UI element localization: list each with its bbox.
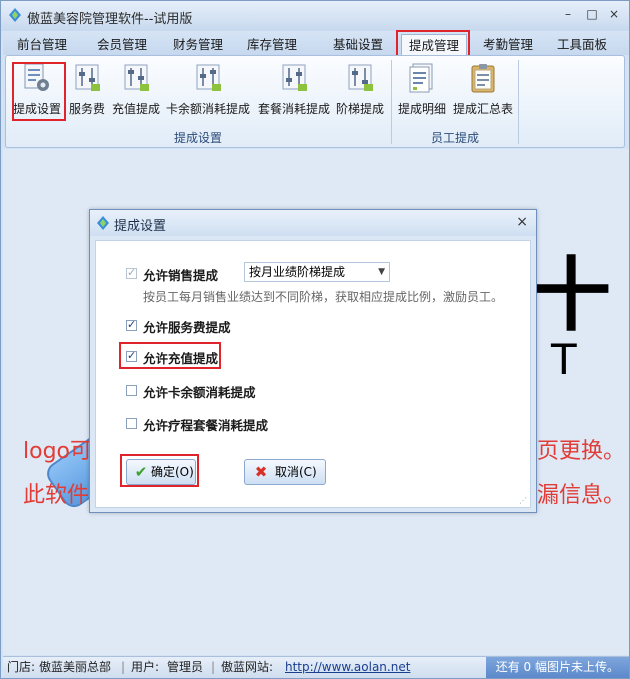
tab-bar: 前台管理 会员管理 财务管理 库存管理 基础设置 提成管理 考勤管理 工具面板 <box>3 31 629 55</box>
cancel-button[interactable]: ✖ 取消(C) <box>244 459 326 485</box>
ribbon-label-package-commission: 套餐消耗提成 <box>257 102 330 116</box>
allow-package-commission-checkbox[interactable] <box>126 418 137 429</box>
status-user-label: 用户: <box>131 660 160 674</box>
status-divider: | <box>121 660 126 674</box>
ribbon: 提成设置 服务费 充值提成 卡余额消耗提成 套餐消耗提成 阶梯提成 提成设置 提… <box>5 55 625 148</box>
ribbon-group-label-staff-commission: 员工提成 <box>430 131 479 145</box>
status-bar: 门店: 傲蓝美丽总部 | 用户: 管理员 | 傲蓝网站: http://www.… <box>3 656 629 678</box>
app-window: 傲蓝美容院管理软件--试用版 – □ × 前台管理 会员管理 财务管理 库存管理… <box>0 0 630 679</box>
background-glyph: T <box>551 335 577 384</box>
status-store-value: 傲蓝美丽总部 <box>39 660 112 674</box>
resize-grip-icon[interactable]: ⋰ <box>519 496 527 505</box>
sliders-icon <box>124 64 149 91</box>
ribbon-group-label-commission-settings: 提成设置 <box>173 131 222 145</box>
tab-attendance[interactable]: 考勤管理 <box>477 34 539 55</box>
title-bar: 傲蓝美容院管理软件--试用版 – □ × <box>1 1 629 31</box>
status-divider: | <box>211 660 216 674</box>
ribbon-group-separator <box>518 60 519 144</box>
dialog-close-icon[interactable]: × <box>516 214 528 230</box>
tab-highlight-box <box>396 30 470 58</box>
sliders-icon <box>196 64 221 91</box>
clipboard-icon <box>471 64 495 93</box>
sliders-icon <box>282 64 307 91</box>
maximize-button[interactable]: □ <box>583 6 601 22</box>
ribbon-card-balance-commission-button[interactable]: 卡余额消耗提成 <box>164 58 252 124</box>
sliders-icon <box>75 64 100 91</box>
tab-front-desk[interactable]: 前台管理 <box>11 34 73 55</box>
tab-finance[interactable]: 财务管理 <box>167 34 229 55</box>
x-icon: ✖ <box>254 463 268 481</box>
minimize-button[interactable]: – <box>559 6 577 22</box>
sales-commission-hint: 按员工每月销售业绩达到不同阶梯，获取相应提成比例，激励员工。 <box>143 290 504 304</box>
ribbon-tiered-commission-button[interactable]: 阶梯提成 <box>334 58 386 124</box>
allow-sales-commission-label: 允许销售提成 <box>143 268 219 283</box>
background-notice-text: 漏信息。 <box>537 483 626 508</box>
dialog-title: 提成设置 <box>114 219 167 234</box>
ribbon-commission-detail-button[interactable]: 提成明细 <box>396 58 448 124</box>
tab-basic-settings[interactable]: 基础设置 <box>327 34 389 55</box>
ribbon-label-tiered-commission: 阶梯提成 <box>335 102 384 116</box>
document-list-icon <box>409 63 433 93</box>
allow-card-balance-commission-label: 允许卡余额消耗提成 <box>143 385 256 400</box>
app-logo-icon <box>9 8 21 22</box>
chevron-down-icon: ▼ <box>378 267 385 277</box>
allow-card-balance-commission-checkbox[interactable] <box>126 385 137 396</box>
status-site-label: 傲蓝网站: <box>221 660 274 674</box>
background-glyph: 十 <box>531 249 611 342</box>
allow-service-fee-commission-label: 允许服务费提成 <box>143 320 231 335</box>
ok-button-highlight-box <box>120 454 199 487</box>
status-user-value: 管理员 <box>167 660 204 674</box>
sales-commission-mode-select[interactable]: 按月业绩阶梯提成 ▼ <box>244 262 390 282</box>
ribbon-button-highlight-box <box>12 62 66 121</box>
ribbon-label-commission-detail: 提成明细 <box>397 102 446 116</box>
ribbon-label-commission-summary: 提成汇总表 <box>452 102 513 116</box>
ribbon-label-recharge-commission: 充值提成 <box>111 102 160 116</box>
status-upload-info: 还有 0 幅图片未上传。 <box>485 657 629 678</box>
background-notice-text: 页更换。 <box>537 439 626 464</box>
ribbon-package-commission-button[interactable]: 套餐消耗提成 <box>256 58 332 124</box>
ribbon-label-card-balance-commission: 卡余额消耗提成 <box>165 102 250 116</box>
background-notice-text: 此软件 <box>23 483 90 508</box>
close-button[interactable]: × <box>605 6 623 22</box>
tab-inventory[interactable]: 库存管理 <box>241 34 303 55</box>
allow-package-commission-label: 允许疗程套餐消耗提成 <box>143 418 269 433</box>
sales-commission-mode-value: 按月业绩阶梯提成 <box>249 265 346 279</box>
app-logo-icon <box>97 216 109 230</box>
option-highlight-box <box>119 342 221 369</box>
ribbon-commission-summary-button[interactable]: 提成汇总表 <box>452 58 514 124</box>
dialog-title-bar: 提成设置 × <box>90 210 536 236</box>
ribbon-label-service-fee: 服务费 <box>68 102 105 116</box>
status-site-link[interactable]: http://www.aolan.net <box>285 657 410 678</box>
background-notice-text: logo可 <box>23 439 92 464</box>
tab-member[interactable]: 会员管理 <box>91 34 153 55</box>
status-store-label: 门店: <box>7 660 36 674</box>
ribbon-service-fee-button[interactable]: 服务费 <box>66 58 108 124</box>
ribbon-recharge-commission-button[interactable]: 充值提成 <box>110 58 162 124</box>
allow-sales-commission-checkbox[interactable] <box>126 266 137 279</box>
allow-service-fee-commission-checkbox[interactable] <box>126 318 137 331</box>
cancel-button-label: 取消(C) <box>275 465 317 479</box>
window-title: 傲蓝美容院管理软件--试用版 <box>27 12 193 27</box>
sliders-icon <box>348 64 373 91</box>
tab-tools[interactable]: 工具面板 <box>551 34 613 55</box>
